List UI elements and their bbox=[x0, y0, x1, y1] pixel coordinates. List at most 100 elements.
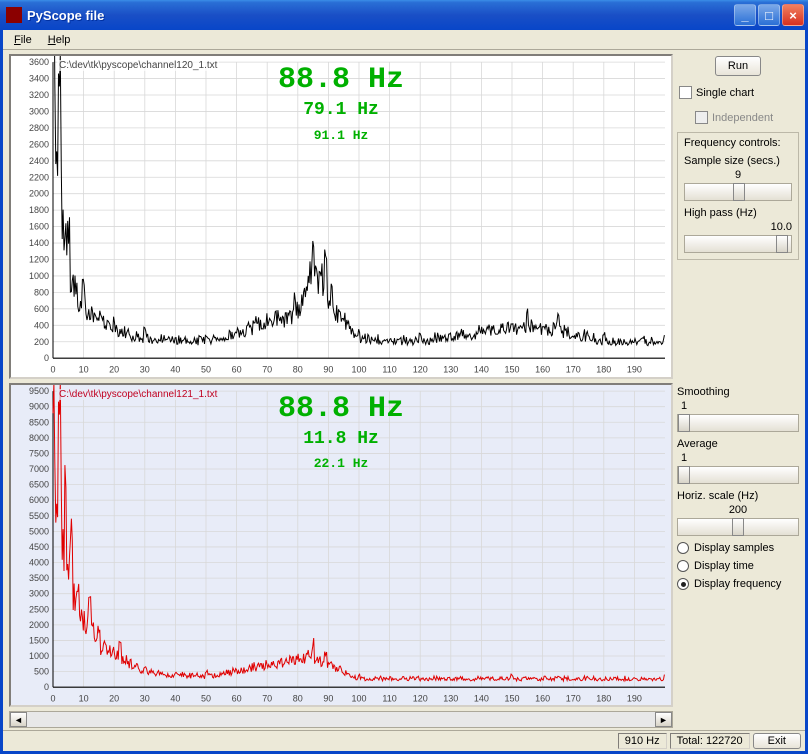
app-icon bbox=[6, 7, 22, 23]
svg-text:3500: 3500 bbox=[29, 573, 49, 583]
horiz-scale-slider[interactable] bbox=[677, 518, 799, 536]
svg-text:2400: 2400 bbox=[29, 156, 49, 166]
maximize-button[interactable]: □ bbox=[758, 4, 780, 26]
svg-text:1000: 1000 bbox=[29, 651, 49, 661]
svg-text:70: 70 bbox=[262, 693, 272, 703]
highpass-thumb[interactable] bbox=[776, 235, 788, 253]
svg-text:90: 90 bbox=[323, 364, 333, 374]
frequency-controls-title: Frequency controls: bbox=[684, 137, 792, 149]
side-panel: Run Single chart Independent Frequency c… bbox=[675, 50, 805, 730]
independent-label: Independent bbox=[712, 112, 773, 124]
sample-size-thumb[interactable] bbox=[733, 183, 745, 201]
status-total: Total: 122720 bbox=[670, 733, 750, 749]
svg-text:190: 190 bbox=[627, 364, 642, 374]
svg-text:60: 60 bbox=[232, 693, 242, 703]
smoothing-thumb[interactable] bbox=[678, 414, 690, 432]
svg-text:600: 600 bbox=[34, 304, 49, 314]
menu-help-label: elp bbox=[56, 34, 71, 46]
scroll-right-button[interactable]: ► bbox=[655, 712, 672, 727]
average-thumb[interactable] bbox=[678, 466, 690, 484]
svg-text:400: 400 bbox=[34, 320, 49, 330]
highpass-value: 10.0 bbox=[684, 221, 792, 233]
chart-top[interactable]: C:\dev\tk\pyscope\channel120_1.txt 88.8 … bbox=[9, 54, 673, 379]
chart-top-overlay: 88.8 Hz 79.1 Hz 91.1 Hz bbox=[11, 62, 671, 143]
independent-checkbox-row: Independent bbox=[695, 111, 799, 124]
highpass-slider[interactable] bbox=[684, 235, 792, 253]
single-chart-checkbox-row[interactable]: Single chart bbox=[679, 86, 799, 99]
svg-text:5000: 5000 bbox=[29, 526, 49, 536]
svg-text:1800: 1800 bbox=[29, 205, 49, 215]
menu-file-label: ile bbox=[21, 34, 32, 46]
chart-bottom[interactable]: C:\dev\tk\pyscope\channel121_1.txt 88.8 … bbox=[9, 383, 673, 708]
svg-text:130: 130 bbox=[443, 693, 458, 703]
svg-text:30: 30 bbox=[140, 693, 150, 703]
svg-text:10: 10 bbox=[79, 364, 89, 374]
svg-text:90: 90 bbox=[323, 693, 333, 703]
svg-text:170: 170 bbox=[566, 693, 581, 703]
window-title: PyScope file bbox=[27, 8, 732, 23]
average-label: Average bbox=[677, 438, 799, 450]
svg-text:110: 110 bbox=[382, 364, 396, 374]
svg-text:150: 150 bbox=[505, 693, 520, 703]
svg-text:110: 110 bbox=[382, 693, 396, 703]
svg-text:2000: 2000 bbox=[29, 619, 49, 629]
titlebar: PyScope file _ □ × bbox=[0, 0, 808, 30]
svg-text:0: 0 bbox=[50, 364, 55, 374]
svg-text:60: 60 bbox=[232, 364, 242, 374]
chart-bottom-freq-big: 88.8 Hz bbox=[11, 391, 671, 427]
svg-text:140: 140 bbox=[474, 364, 489, 374]
svg-text:20: 20 bbox=[109, 693, 119, 703]
svg-text:120: 120 bbox=[413, 364, 428, 374]
display-frequency-row[interactable]: Display frequency bbox=[677, 578, 799, 590]
scroll-left-button[interactable]: ◄ bbox=[10, 712, 27, 727]
svg-text:1200: 1200 bbox=[29, 254, 49, 264]
horizontal-scrollbar[interactable]: ◄ ► bbox=[9, 711, 673, 728]
svg-text:70: 70 bbox=[262, 364, 272, 374]
run-button[interactable]: Run bbox=[715, 56, 761, 76]
svg-text:40: 40 bbox=[170, 364, 180, 374]
svg-text:50: 50 bbox=[201, 364, 211, 374]
menu-help[interactable]: Help bbox=[41, 32, 78, 48]
svg-text:40: 40 bbox=[170, 693, 180, 703]
display-frequency-label: Display frequency bbox=[694, 578, 781, 590]
svg-text:800: 800 bbox=[34, 287, 49, 297]
menu-file[interactable]: File bbox=[7, 32, 39, 48]
display-time-radio[interactable] bbox=[677, 560, 689, 572]
svg-text:180: 180 bbox=[596, 364, 611, 374]
average-value: 1 bbox=[681, 452, 799, 464]
status-hz: 910 Hz bbox=[618, 733, 667, 749]
svg-text:200: 200 bbox=[34, 337, 49, 347]
svg-text:160: 160 bbox=[535, 693, 550, 703]
chart-top-freq-big: 88.8 Hz bbox=[11, 62, 671, 98]
average-slider[interactable] bbox=[677, 466, 799, 484]
close-button[interactable]: × bbox=[782, 4, 804, 26]
svg-text:4000: 4000 bbox=[29, 557, 49, 567]
display-samples-row[interactable]: Display samples bbox=[677, 542, 799, 554]
display-time-row[interactable]: Display time bbox=[677, 560, 799, 572]
minimize-button[interactable]: _ bbox=[734, 4, 756, 26]
exit-button[interactable]: Exit bbox=[753, 733, 801, 749]
single-chart-checkbox[interactable] bbox=[679, 86, 692, 99]
smoothing-value: 1 bbox=[681, 400, 799, 412]
svg-text:30: 30 bbox=[140, 364, 150, 374]
svg-text:160: 160 bbox=[535, 364, 550, 374]
horiz-scale-thumb[interactable] bbox=[732, 518, 744, 536]
statusbar: 910 Hz Total: 122720 Exit bbox=[3, 730, 805, 751]
display-frequency-radio[interactable] bbox=[677, 578, 689, 590]
chart-bottom-freq-sml: 22.1 Hz bbox=[11, 456, 671, 472]
svg-text:1600: 1600 bbox=[29, 222, 49, 232]
sample-size-label: Sample size (secs.) bbox=[684, 155, 792, 167]
svg-text:1000: 1000 bbox=[29, 271, 49, 281]
svg-text:3000: 3000 bbox=[29, 588, 49, 598]
single-chart-label: Single chart bbox=[696, 87, 754, 99]
svg-text:5500: 5500 bbox=[29, 510, 49, 520]
smoothing-label: Smoothing bbox=[677, 386, 799, 398]
sample-size-slider[interactable] bbox=[684, 183, 792, 201]
svg-text:6000: 6000 bbox=[29, 495, 49, 505]
svg-text:2200: 2200 bbox=[29, 172, 49, 182]
independent-checkbox bbox=[695, 111, 708, 124]
svg-text:150: 150 bbox=[505, 364, 520, 374]
display-samples-radio[interactable] bbox=[677, 542, 689, 554]
svg-text:0: 0 bbox=[44, 682, 49, 692]
smoothing-slider[interactable] bbox=[677, 414, 799, 432]
